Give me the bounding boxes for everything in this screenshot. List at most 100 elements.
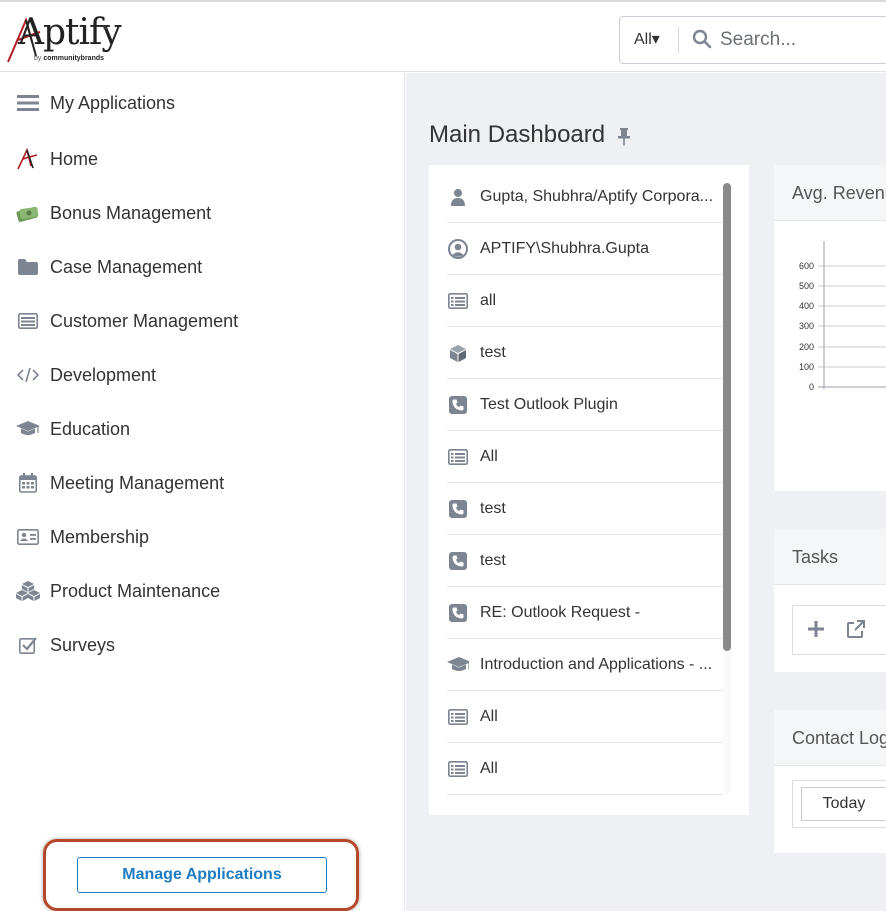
page-title: Main Dashboard [429, 121, 606, 148]
list-item-label: test [480, 499, 506, 517]
list-item[interactable]: test [447, 327, 723, 379]
list-icon [447, 446, 469, 468]
search-scope-dropdown[interactable]: All▾ [634, 29, 660, 49]
card-header: Contact Log [774, 710, 886, 766]
graduation-cap-icon [447, 654, 469, 676]
graduation-cap-icon [16, 417, 40, 441]
logo-registered-mark: ® [103, 26, 108, 32]
external-link-icon[interactable] [846, 619, 866, 639]
calendar-toolbar: Today [792, 780, 886, 828]
list-item[interactable]: Introduction and Applications - ... [447, 639, 723, 691]
sidebar-item-label: Meeting Management [50, 472, 225, 493]
global-search: All▾ [619, 16, 886, 64]
list-item[interactable]: RE: Outlook Request - [447, 587, 723, 639]
person-icon [447, 186, 469, 208]
sidebar-item-bonus-management[interactable]: Bonus Management [0, 186, 405, 240]
list-item-label: APTIFY\Shubhra.Gupta [480, 239, 649, 257]
y-tick-label: 400 [799, 301, 814, 311]
sidebar-item-home[interactable]: Home [0, 132, 405, 186]
phone-icon [447, 498, 469, 520]
sidebar-item-label: Case Management [50, 256, 203, 277]
aptify-logo[interactable]: Aptify ® by communitybrands [6, 12, 122, 68]
phone-icon [447, 550, 469, 572]
sidebar-item-surveys[interactable]: Surveys [0, 618, 405, 672]
list-item-label: Introduction and Applications - ... [480, 655, 713, 673]
hamburger-icon[interactable] [16, 91, 40, 115]
sidebar-item-label: Development [50, 364, 157, 385]
y-tick-label: 600 [799, 261, 814, 271]
recent-items-scrollbar[interactable] [723, 183, 731, 793]
list-item-label: All [480, 759, 498, 777]
recent-items-card: Gupta, Shubhra/Aptify Corpora... APTIFY\… [429, 165, 749, 815]
top-header: Aptify ® by communitybrands All▾ [0, 0, 886, 72]
contact-log-body: Today [774, 766, 886, 853]
search-icon[interactable] [692, 29, 712, 49]
y-tick-label: 0 [809, 382, 814, 392]
sidebar-item-label: Home [50, 148, 99, 169]
card-header: Avg. Revenue [774, 165, 886, 221]
list-item-label: RE: Outlook Request - [480, 603, 641, 621]
check-square-icon [16, 633, 40, 657]
sidebar-item-product-maintenance[interactable]: Product Maintenance [0, 564, 405, 618]
list-item[interactable]: APTIFY\Shubhra.Gupta [447, 223, 723, 275]
list-item[interactable]: test [447, 483, 723, 535]
sidebar-item-education[interactable]: Education [0, 402, 405, 456]
sidebar-item-meeting-management[interactable]: Meeting Management [0, 456, 405, 510]
logo-subtitle: by communitybrands [34, 55, 105, 62]
today-button[interactable]: Today [801, 787, 886, 821]
list-item-label: Test Outlook Plugin [480, 395, 618, 413]
add-icon[interactable] [807, 620, 825, 638]
sidebar-item-label: Education [50, 418, 131, 439]
list-item[interactable]: Gupta, Shubhra/Aptify Corpora... [447, 171, 723, 223]
scrollbar-thumb[interactable] [723, 183, 731, 651]
list-item[interactable]: test [447, 535, 723, 587]
sidebar-item-label: Surveys [50, 634, 116, 655]
list-item[interactable]: all [447, 275, 723, 327]
applications-sidebar: My Applications Home Bonus Management Ca… [0, 73, 405, 911]
cube-icon [447, 342, 469, 364]
search-input[interactable] [720, 29, 886, 51]
card-title: Avg. Revenue [792, 183, 886, 203]
manage-applications-button[interactable]: Manage Applications [77, 857, 327, 893]
sidebar-item-label: Customer Management [50, 310, 239, 331]
y-tick-label: 500 [799, 281, 814, 291]
revenue-chart: 600 500 400 300 200 100 0 [799, 241, 886, 392]
main-dashboard-area: Main Dashboard Gupta, Shubhra/Aptify Cor… [406, 73, 886, 911]
sidebar-item-case-management[interactable]: Case Management [0, 240, 405, 294]
money-icon [16, 201, 40, 225]
list-icon [447, 758, 469, 780]
sidebar-item-label: Membership [50, 526, 150, 547]
card-title: Tasks [792, 547, 839, 567]
pin-icon[interactable] [616, 127, 632, 147]
card-header: Tasks [774, 529, 886, 585]
sidebar-item-my-applications[interactable]: My Applications [0, 76, 405, 130]
calendar-icon [16, 471, 40, 495]
code-icon [16, 363, 40, 387]
list-item[interactable]: All [447, 691, 723, 743]
sidebar-item-customer-management[interactable]: Customer Management [0, 294, 405, 348]
list-item-label: test [480, 551, 506, 569]
list-icon [447, 706, 469, 728]
list-item-label: all [480, 291, 497, 309]
sidebar-item-development[interactable]: Development [0, 348, 405, 402]
avg-revenue-card: Avg. Revenue 600 500 400 300 200 100 0 [774, 165, 886, 491]
sidebar-item-label: My Applications [50, 92, 176, 113]
list-item-label: All [480, 707, 498, 725]
sidebar-item-label: Bonus Management [50, 202, 212, 223]
y-tick-label: 200 [799, 342, 814, 352]
folder-icon [16, 255, 40, 279]
list-item[interactable]: All [447, 431, 723, 483]
y-tick-label: 100 [799, 362, 814, 372]
logo-text: Aptify [18, 12, 122, 53]
sidebar-item-membership[interactable]: Membership [0, 510, 405, 564]
list-item[interactable]: All [447, 743, 723, 795]
user-circle-icon [447, 238, 469, 260]
list-icon [447, 290, 469, 312]
phone-icon [447, 394, 469, 416]
contact-log-card: Contact Log Today [774, 710, 886, 853]
search-divider [678, 27, 679, 53]
id-card-icon [16, 525, 40, 549]
list-item-label: Gupta, Shubhra/Aptify Corpora... [480, 187, 714, 205]
list-item[interactable]: Test Outlook Plugin [447, 379, 723, 431]
sidebar-item-label: Product Maintenance [50, 580, 221, 601]
